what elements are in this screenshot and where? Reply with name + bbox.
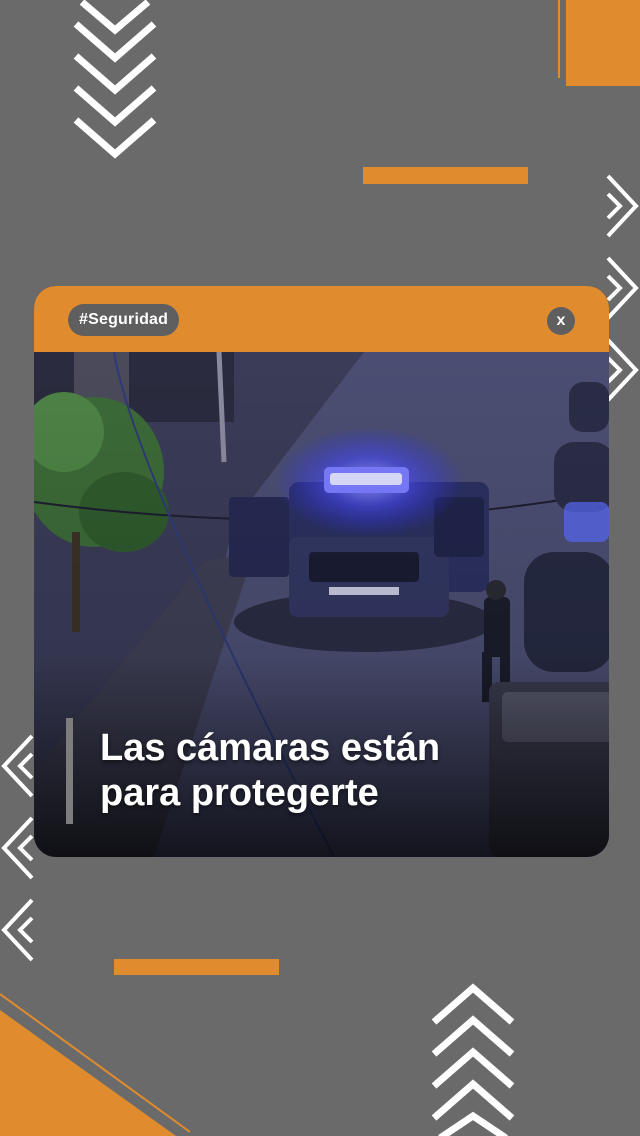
story-page: { "post": { "tag": "#Seguridad", "close_… [0, 0, 640, 1136]
hashtag-pill[interactable]: #Seguridad [68, 304, 180, 336]
headline-line-1: Las cámaras están [100, 727, 441, 769]
chevron-down-stack-icon [73, 0, 157, 159]
accent-line-top-right [558, 0, 560, 78]
accent-block-top-right [566, 0, 640, 86]
headline-caption: Las cámaras están para protegerte [100, 726, 580, 816]
headline-line-2: para protegerte [100, 772, 379, 814]
caption-accent-bar [66, 718, 73, 824]
chevron-right-stack-icon [606, 174, 639, 402]
accent-triangle-bottom-left [0, 993, 191, 1136]
card-header: #Seguridad x [34, 286, 609, 352]
accent-bar-upper [363, 167, 528, 184]
chevron-up-stack-icon [431, 983, 515, 1136]
accent-bar-lower [114, 959, 279, 975]
close-button[interactable]: x [547, 307, 575, 335]
chevron-left-stack-icon [1, 734, 34, 962]
